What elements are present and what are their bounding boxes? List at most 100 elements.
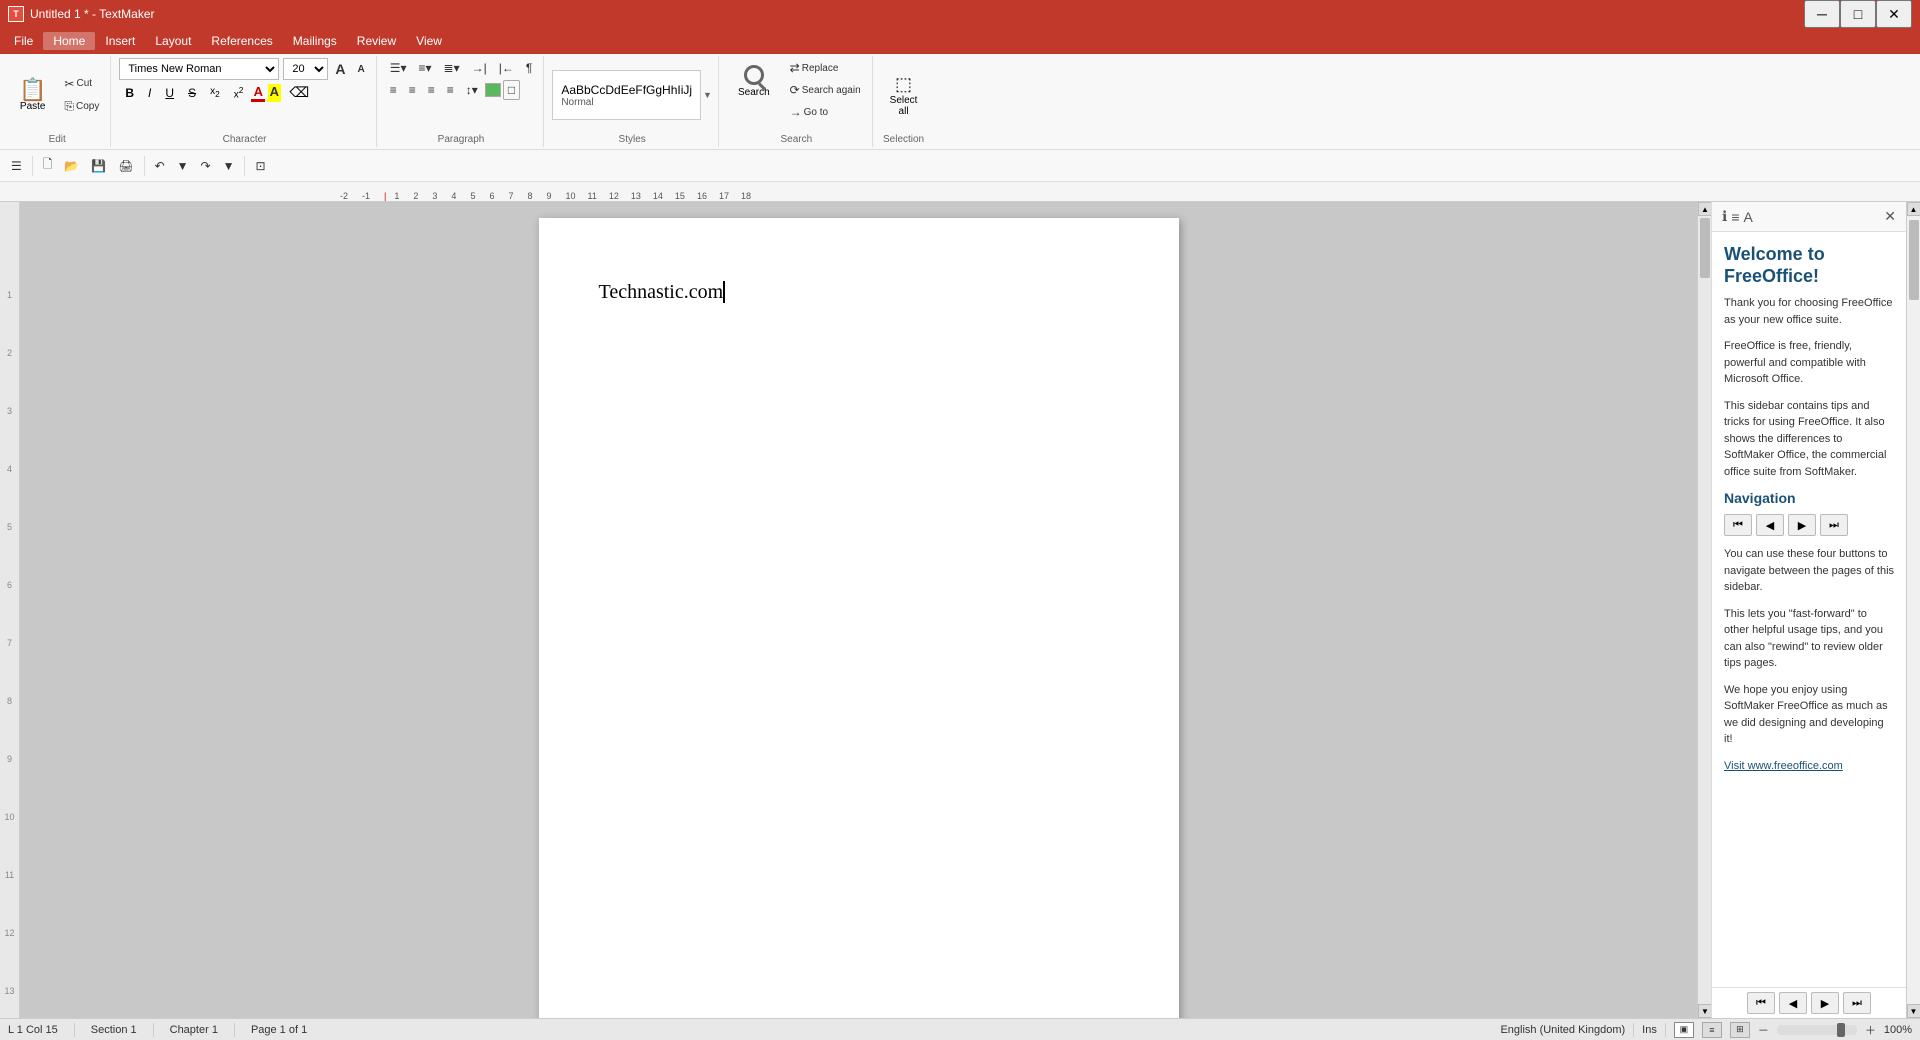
align-right-button[interactable]: ≡ (423, 80, 440, 100)
sidebar-scrollbar[interactable]: ▲ ▼ (1906, 202, 1920, 1018)
open-button[interactable]: 📂 (59, 156, 84, 176)
replace-button[interactable]: ⇄ Replace (785, 58, 866, 78)
italic-button[interactable]: I (142, 84, 157, 102)
underline-button[interactable]: U (159, 84, 180, 102)
outline-list-button[interactable]: ≣▾ (439, 58, 465, 78)
align-justify-button[interactable]: ≡ (442, 80, 459, 100)
maximize-button[interactable]: □ (1840, 0, 1876, 28)
menu-references[interactable]: References (201, 32, 282, 50)
sidebar-scroll-track (1909, 216, 1919, 1004)
search-group: Search ⇄ Replace ⟳ Search again → Go to … (721, 56, 873, 147)
nav-first-button[interactable]: ⏮ (1724, 514, 1752, 536)
select-all-button[interactable]: ⬚ Select all (881, 69, 927, 122)
zoom-plus-button[interactable]: ＋ (1865, 1022, 1876, 1038)
sidebar-scroll-thumb[interactable] (1909, 220, 1919, 300)
chapter-info: Chapter 1 (170, 1024, 218, 1036)
show-formatting-button[interactable]: ¶ (521, 58, 537, 78)
menu-review[interactable]: Review (347, 32, 406, 50)
line-num-14: 13 (4, 986, 14, 996)
redo-dropdown[interactable]: ▼ (218, 156, 240, 176)
clear-format-button[interactable]: ⌫ (283, 82, 315, 103)
indent-increase-button[interactable]: →| (467, 58, 492, 78)
master-view-button[interactable]: ⊞ (1730, 1022, 1750, 1038)
character-group: Times New Roman Arial Calibri 20 8910111… (113, 56, 376, 147)
sidebar-bottom-prev[interactable]: ◀ (1779, 992, 1807, 1014)
undo-dropdown[interactable]: ▼ (172, 156, 194, 176)
search-button[interactable]: Search (727, 58, 781, 105)
line-spacing-button[interactable]: ↕▾ (461, 80, 483, 100)
cut-button[interactable]: ✂ Cut (59, 74, 104, 94)
border-button[interactable]: □ (503, 80, 520, 100)
line-num-9: 8 (7, 696, 12, 706)
close-button[interactable]: ✕ (1876, 0, 1912, 28)
subscript-button[interactable]: x2 (204, 84, 226, 101)
align-center-button[interactable]: ≡ (404, 80, 421, 100)
document-scrollbar[interactable]: ▲ ▼ (1697, 202, 1711, 1018)
indent-decrease-button[interactable]: |← (494, 58, 519, 78)
bold-button[interactable]: B (119, 84, 140, 102)
styles-dropdown[interactable]: AaBbCcDdEeFfGgHhIiJj Normal ▼ (552, 70, 712, 120)
ruler-mark: 12 (609, 191, 619, 201)
ruler-mark: 15 (675, 191, 685, 201)
styles-group: AaBbCcDdEeFfGgHhIiJj Normal ▼ Styles (546, 56, 719, 147)
visit-link[interactable]: Visit www.freeoffice.com (1724, 760, 1843, 772)
font-family-select[interactable]: Times New Roman Arial Calibri (119, 58, 279, 80)
sidebar-toggle-button[interactable]: ☰ (6, 156, 27, 176)
menu-home[interactable]: Home (43, 32, 95, 50)
goto-button[interactable]: → Go to (785, 102, 866, 122)
sidebar-scroll-down[interactable]: ▼ (1907, 1004, 1920, 1018)
page-content[interactable]: Technastic.com (599, 278, 1119, 306)
style-preview-text: AaBbCcDdEeFfGgHhIiJj (561, 83, 692, 97)
nav-prev-button[interactable]: ◀ (1756, 514, 1784, 536)
redo-button[interactable]: ↷ (196, 156, 216, 176)
ordered-list-button[interactable]: ≡▾ (414, 58, 437, 78)
sidebar-bottom-next[interactable]: ▶ (1811, 992, 1839, 1014)
zoom-slider-track[interactable] (1777, 1025, 1857, 1035)
save-button[interactable]: 💾 (86, 156, 111, 176)
menu-mailings[interactable]: Mailings (283, 32, 347, 50)
undo-button[interactable]: ↶ (150, 156, 170, 176)
menu-insert[interactable]: Insert (95, 32, 145, 50)
line-num-11: 10 (4, 812, 14, 822)
decrease-font-button[interactable]: A (353, 61, 370, 78)
copy-button[interactable]: ⎘ Copy (59, 96, 104, 117)
superscript-button[interactable]: x2 (228, 83, 250, 102)
text-cursor (723, 281, 725, 303)
scroll-down-button[interactable]: ▼ (1698, 1004, 1712, 1018)
nav-last-button[interactable]: ⏭ (1820, 514, 1848, 536)
minimize-button[interactable]: ─ (1804, 0, 1840, 28)
sidebar-info-button[interactable]: ℹ (1720, 206, 1729, 227)
zoom-fit-button[interactable]: ⊡ (250, 156, 270, 176)
font-size-select[interactable]: 20 89101112 1416182024 2832364872 (283, 58, 328, 80)
menu-view[interactable]: View (406, 32, 452, 50)
line-num-6: 5 (7, 522, 12, 532)
new-doc-button[interactable]: 🗋 (38, 152, 58, 179)
goto-label: Go to (804, 107, 828, 118)
search-again-icon: ⟳ (790, 83, 800, 97)
scroll-thumb[interactable] (1700, 218, 1710, 278)
sidebar-bottom-first[interactable]: ⏮ (1747, 992, 1775, 1014)
zoom-minus-button[interactable]: － (1758, 1022, 1769, 1038)
zoom-slider-thumb[interactable] (1837, 1023, 1845, 1037)
paste-button[interactable]: 📋 Paste (10, 74, 55, 117)
sidebar-scroll-up[interactable]: ▲ (1907, 202, 1920, 216)
strikethrough-button[interactable]: S (182, 84, 202, 102)
increase-font-button[interactable]: A (330, 58, 350, 80)
document-area[interactable]: Technastic.com (20, 202, 1697, 1018)
menu-file[interactable]: File (4, 32, 43, 50)
print-button[interactable]: 🖨 (113, 156, 138, 176)
sidebar-font-button[interactable]: A (1742, 207, 1755, 227)
scroll-up-button[interactable]: ▲ (1698, 202, 1712, 216)
align-left-button[interactable]: ≡ (385, 80, 402, 100)
sidebar-bottom-last[interactable]: ⏭ (1843, 992, 1871, 1014)
menu-layout[interactable]: Layout (145, 32, 201, 50)
unordered-list-button[interactable]: ☰▾ (385, 58, 412, 78)
sidebar-close-button[interactable]: ✕ (1882, 206, 1898, 227)
replace-label: Replace (802, 63, 839, 74)
outline-view-button[interactable]: ≡ (1702, 1022, 1722, 1038)
sidebar-menu-button[interactable]: ≡ (1729, 207, 1741, 227)
nav-next-button[interactable]: ▶ (1788, 514, 1816, 536)
normal-view-button[interactable]: ▣ (1674, 1022, 1694, 1038)
search-again-button[interactable]: ⟳ Search again (785, 80, 866, 100)
shading-button[interactable] (485, 83, 501, 97)
